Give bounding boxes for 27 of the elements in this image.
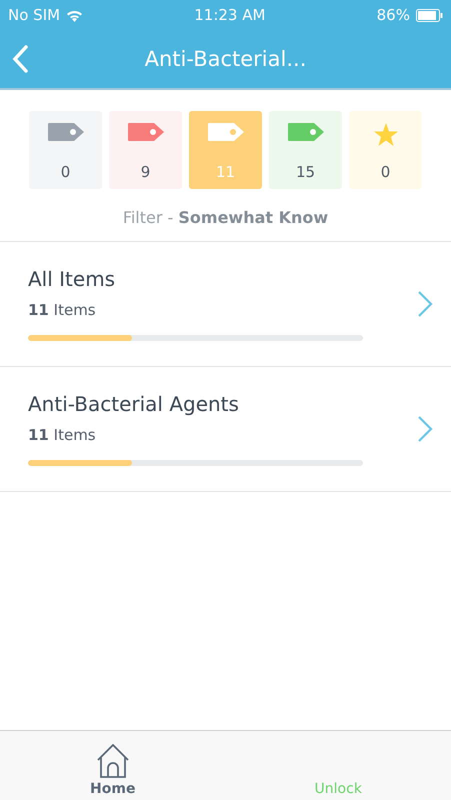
home-icon <box>94 744 131 778</box>
filter-label: Filter - Somewhat Know <box>0 189 451 242</box>
deck-title: Anti-Bacterial Agents <box>28 392 240 416</box>
clock-text: 11:23 AM <box>194 6 266 24</box>
chevron-right-icon[interactable] <box>417 415 433 443</box>
filter-tile[interactable]: 0 <box>349 111 422 189</box>
carrier-text: No SIM <box>8 6 60 24</box>
filter-tile[interactable]: 9 <box>109 111 182 189</box>
tab-bar-item[interactable]: Home <box>0 731 226 800</box>
deck-title: All Items <box>28 267 116 291</box>
chevron-left-icon <box>12 45 28 73</box>
battery-icon <box>416 8 443 22</box>
star-icon <box>374 123 398 146</box>
filter-tile[interactable]: 15 <box>269 111 342 189</box>
tag-icon <box>288 123 324 141</box>
tag-icon <box>128 123 164 141</box>
item-count: 11 Items <box>28 426 97 444</box>
item-count: 11 Items <box>28 301 97 319</box>
battery-text: 86% <box>376 6 410 24</box>
tag-icon <box>208 123 244 141</box>
deck-row[interactable]: Anti-Bacterial Agents 11 Items <box>0 367 451 492</box>
tag-icon <box>48 123 84 141</box>
screen-title: Anti-Bacterial... <box>144 47 306 71</box>
deck-row[interactable]: All Items 11 Items <box>0 242 451 367</box>
wifi-icon <box>66 8 84 22</box>
filter-tile[interactable]: 0 <box>29 111 102 189</box>
chevron-right-icon[interactable] <box>417 290 433 318</box>
